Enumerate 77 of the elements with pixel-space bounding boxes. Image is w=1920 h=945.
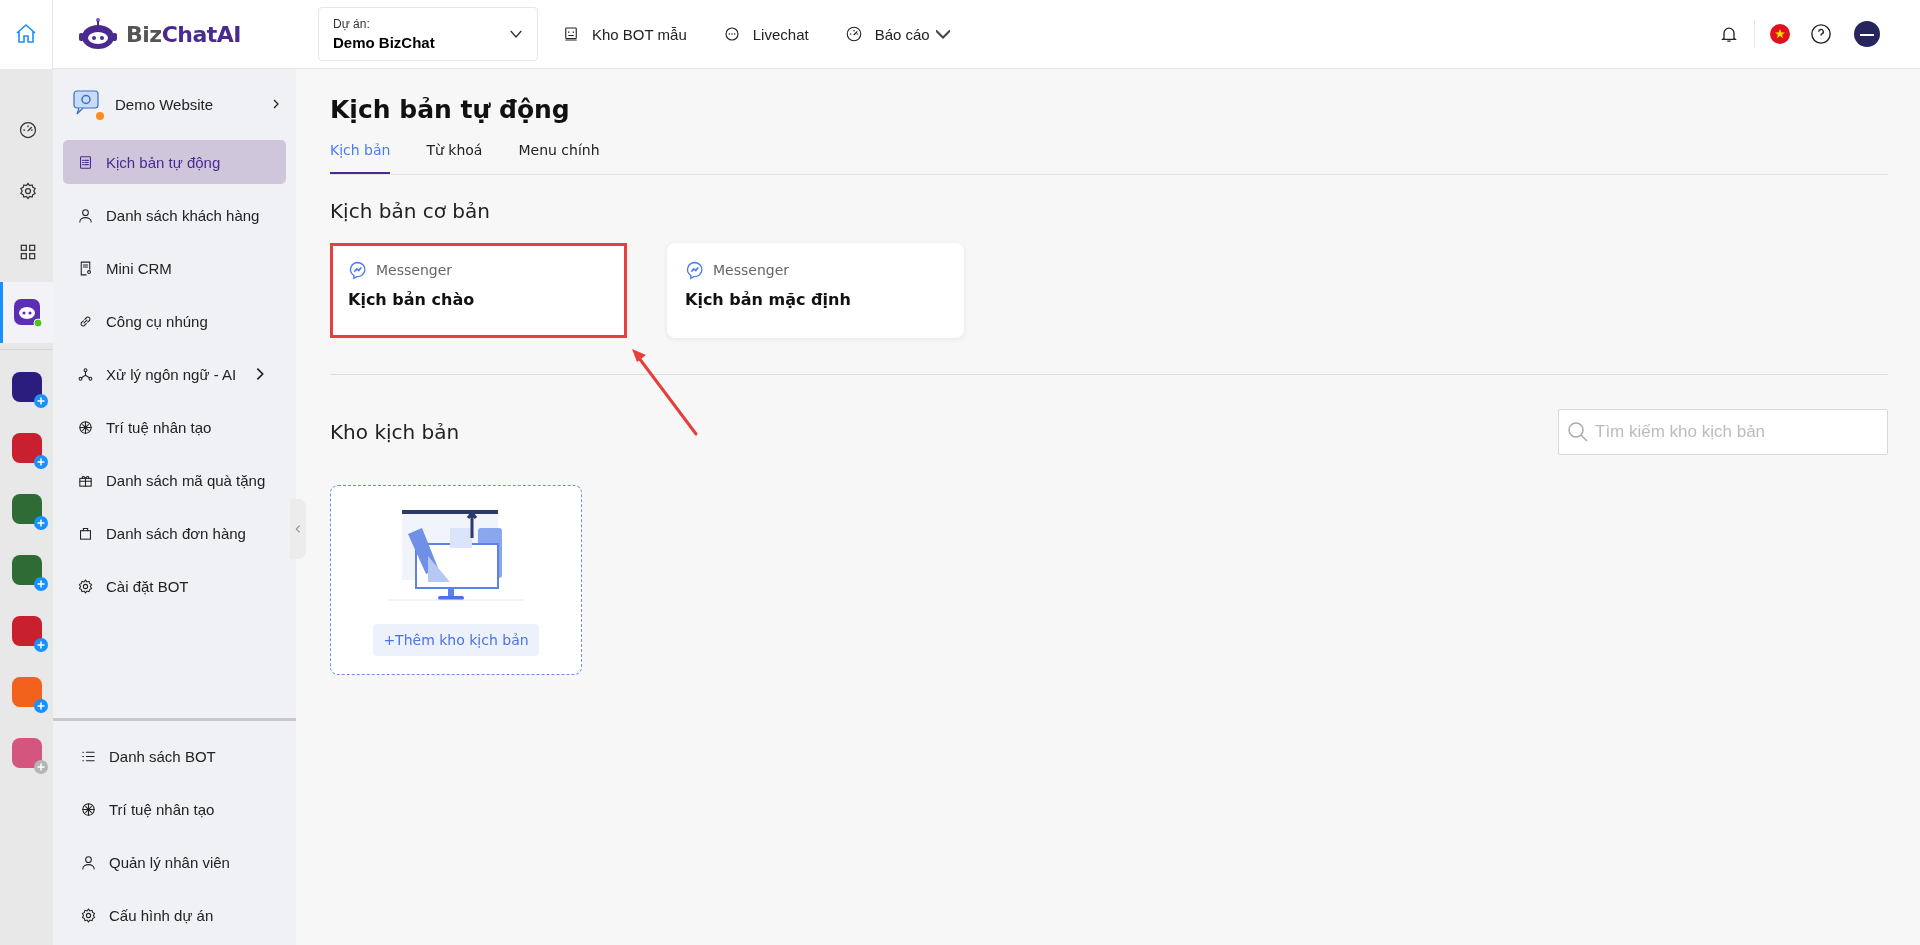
sidebar-item[interactable]: Quản lý nhân viên (66, 840, 289, 884)
language-button[interactable] (1770, 24, 1790, 44)
sidebar-item[interactable]: Công cụ nhúng (63, 299, 286, 343)
sidebar-item[interactable]: Trí tuệ nhân tạo (63, 405, 286, 449)
home-icon (14, 22, 38, 46)
app-icon[interactable] (11, 555, 42, 585)
sidebar-item-label: Trí tuệ nhân tạo (109, 800, 215, 818)
sidebar-item[interactable]: Xử lý ngôn ngữ - AI (63, 352, 286, 396)
gear-icon (18, 180, 38, 201)
channel-label: Messenger (713, 262, 790, 278)
app-icon[interactable] (11, 372, 42, 402)
network-icon (77, 365, 94, 383)
add-library-button[interactable]: +Thêm kho kịch bản (373, 624, 539, 656)
sidebar-item[interactable]: Kịch bản tự động (63, 140, 286, 184)
card-title: Kịch bản chào (348, 290, 476, 309)
tab[interactable]: Kịch bản (330, 142, 391, 174)
robot-app-icon (14, 298, 42, 327)
sidebar-item[interactable]: Mini CRM (63, 246, 286, 290)
sidebar-item-label: Xử lý ngôn ngữ - AI (106, 365, 237, 383)
gear-icon (77, 577, 94, 595)
section-title: Kịch bản cơ bản (330, 199, 491, 223)
channel-label: Messenger (376, 262, 453, 278)
messenger-icon (348, 260, 368, 280)
sidebar-item-label: Cài đặt BOT (106, 577, 189, 595)
chat-icon (722, 25, 741, 43)
sidebar-item-label: Kịch bản tự động (106, 153, 221, 171)
search-icon (1568, 422, 1588, 442)
user-icon (80, 853, 97, 871)
help-icon (1810, 23, 1832, 45)
messenger-icon (685, 260, 705, 280)
sidebar-item-label: Quản lý nhân viên (109, 853, 230, 871)
tab[interactable]: Menu chính (518, 142, 600, 174)
gauge-icon (844, 25, 863, 43)
app-icon[interactable] (11, 616, 42, 646)
sidebar-item[interactable]: Trí tuệ nhân tạo (66, 787, 289, 831)
sidebar-item[interactable]: Danh sách mã quà tặng (63, 458, 286, 502)
flag-icon (1770, 24, 1790, 44)
chat-gear-icon (71, 87, 105, 121)
sidebar-item[interactable]: Danh sách đơn hàng (63, 511, 286, 555)
sidebar-item[interactable]: Cài đặt BOT (63, 564, 286, 608)
gauge-icon (18, 119, 38, 140)
nav-link[interactable]: Kho BOT mẫu (562, 21, 687, 47)
robot-logo-icon (78, 17, 118, 51)
gear-icon (80, 906, 97, 924)
bot-header[interactable]: Demo Website (53, 69, 296, 139)
nav-link[interactable]: Livechat (722, 21, 809, 47)
sidebar-item-label: Trí tuệ nhân tạo (106, 418, 212, 436)
app-icon[interactable] (11, 494, 42, 524)
user-icon (77, 206, 94, 224)
chevron-left-icon (293, 524, 303, 534)
card-title: Kịch bản mặc định (685, 290, 852, 309)
section-title: Kho kịch bản (330, 420, 460, 444)
project-select[interactable]: Dự án: Demo BizChat (318, 7, 538, 61)
sidebar-item[interactable]: Danh sách khách hàng (63, 193, 286, 237)
sidebar-item-label: Danh sách khách hàng (106, 206, 260, 224)
app-icon[interactable] (11, 433, 42, 463)
robot-icon (562, 25, 580, 43)
sidebar-item-label: Công cụ nhúng (106, 312, 208, 330)
script-card[interactable]: Messenger Kịch bản chào (330, 243, 627, 338)
sidebar-item-label: Danh sách mã quà tặng (106, 471, 266, 489)
avatar-circle-icon (1854, 21, 1880, 47)
sidebar-item-label: Cấu hình dự án (109, 906, 214, 924)
brand-name: BizChatAI (126, 21, 241, 47)
sidebar-item-label: Danh sách BOT (109, 747, 216, 765)
script-card[interactable]: Messenger Kịch bản mặc định (667, 243, 964, 338)
sidebar-item[interactable]: Cấu hình dự án (66, 893, 289, 937)
sidebar-item[interactable]: Danh sách BOT (66, 734, 289, 778)
sidebar-item-label: Mini CRM (106, 259, 172, 277)
home-button[interactable] (0, 0, 53, 69)
nav-link[interactable]: Báo cáo (844, 21, 950, 47)
list-icon (77, 153, 94, 171)
tab[interactable]: Từ khoá (426, 142, 483, 174)
bot-name: Demo Website (115, 95, 214, 113)
search-field[interactable]: Tìm kiếm kho kịch bản (1558, 409, 1888, 455)
sidebar-item-label: Danh sách đơn hàng (106, 524, 246, 542)
collapse-handle[interactable] (290, 499, 306, 559)
page-title: Kịch bản tự động (330, 95, 571, 124)
